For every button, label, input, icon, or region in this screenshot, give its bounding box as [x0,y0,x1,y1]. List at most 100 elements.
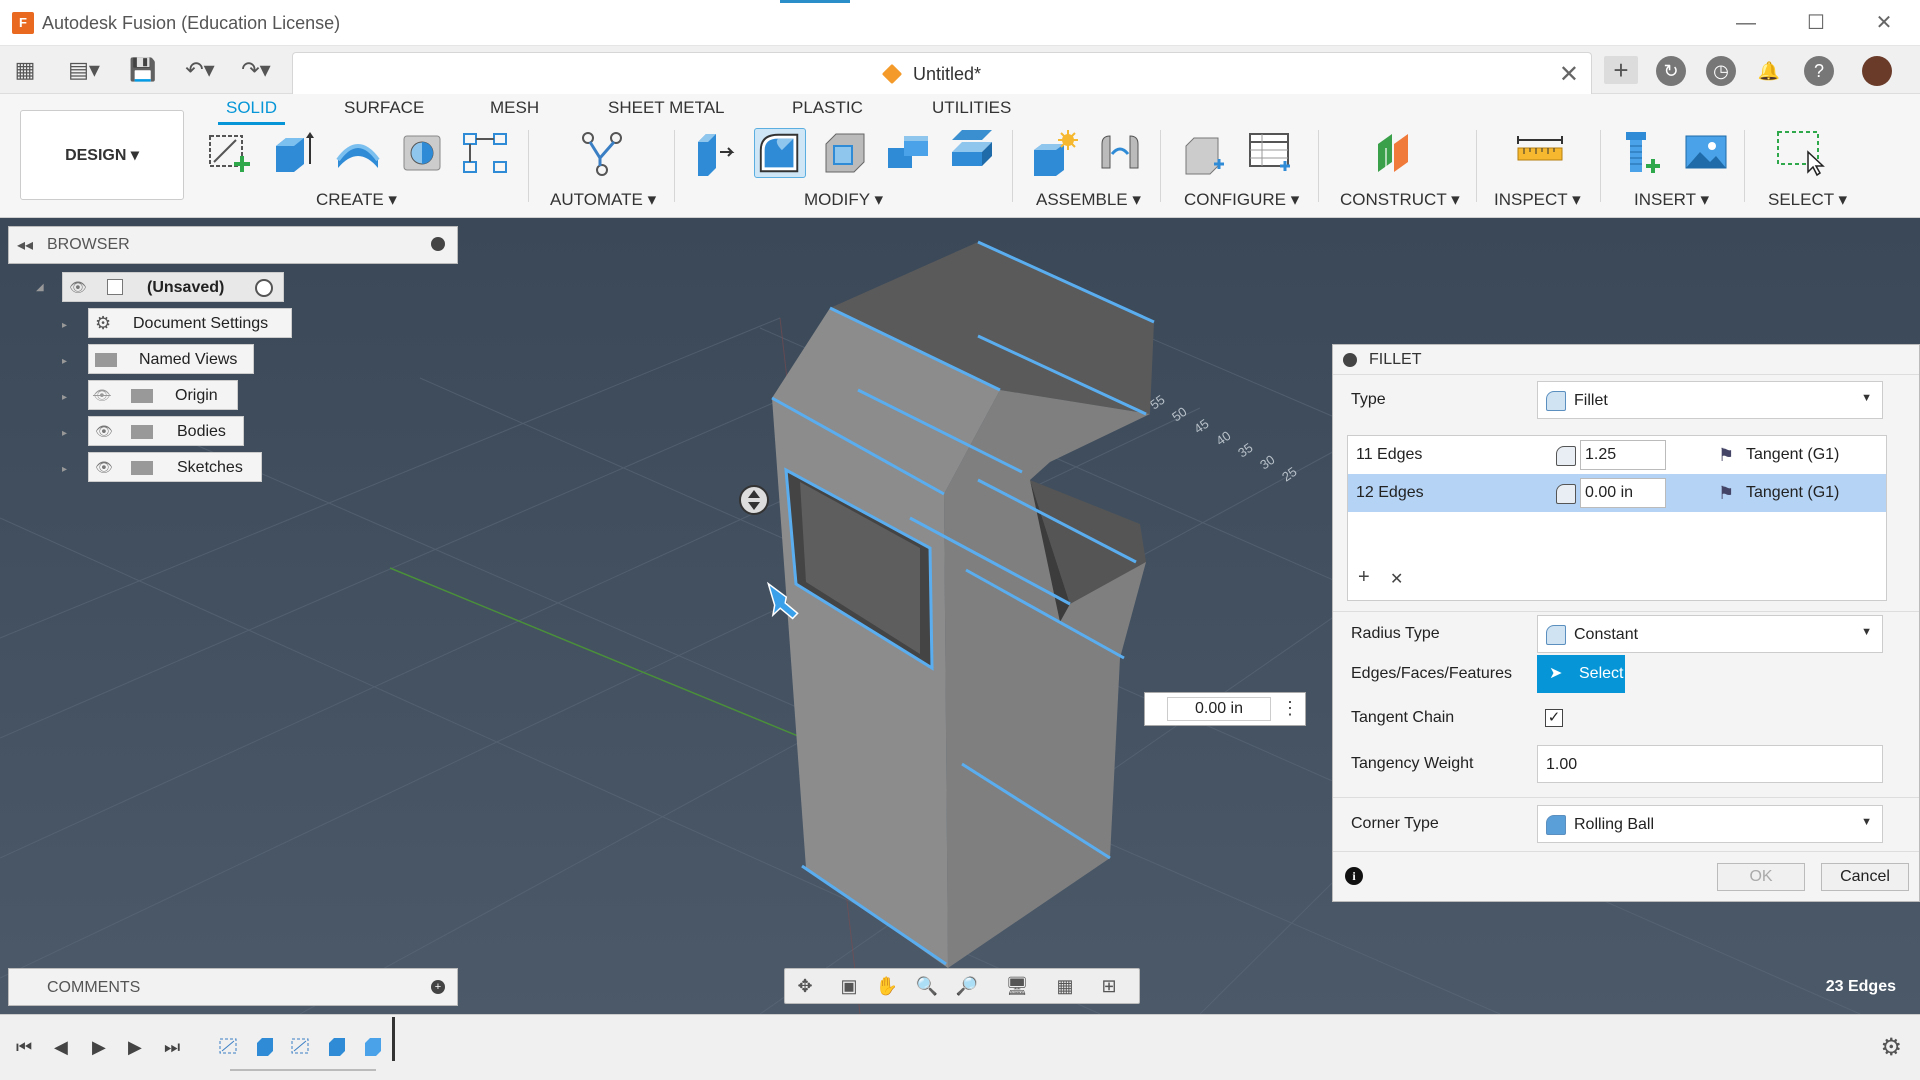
pattern-icon[interactable] [460,128,512,178]
redo-icon[interactable]: ↷▾ [234,56,278,84]
go-to-end-icon[interactable]: ⏭ [164,1037,180,1058]
hidden-eye-icon[interactable]: 👁 [93,387,111,404]
expand-arrow-icon[interactable]: ▸ [62,464,67,475]
timeline-sketch-icon[interactable] [290,1035,312,1057]
insert-canvas-icon[interactable] [1680,128,1732,178]
minimize-button[interactable]: — [1724,8,1768,38]
create-group-label[interactable]: CREATE ▾ [316,190,397,210]
job-status-icon[interactable]: ◷ [1706,56,1736,86]
configuration-table-icon[interactable] [1244,128,1296,178]
grid-settings-icon[interactable]: ▦ [1053,975,1077,997]
browser-item-origin[interactable]: 👁 Origin [88,380,238,410]
add-comment-icon[interactable]: + [431,980,445,994]
tangency-weight-input[interactable]: 1.00 [1537,745,1883,783]
data-panel-grid-icon[interactable]: ▦ [10,56,40,84]
help-icon[interactable]: ? [1804,56,1834,86]
add-edge-set-icon[interactable]: + [1358,566,1370,589]
tab-sheet-metal[interactable]: SHEET METAL [608,98,725,118]
undo-icon[interactable]: ↶▾ [178,56,222,84]
edge-radius-input[interactable]: 0.00 in [1580,478,1666,508]
tangent-chain-checkbox[interactable]: ✓ [1545,709,1563,727]
workspace-switcher[interactable]: DESIGN ▾ [20,110,184,200]
modify-group-label[interactable]: MODIFY ▾ [804,190,883,210]
new-component-icon[interactable] [1028,128,1080,178]
type-dropdown[interactable]: Fillet ▼ [1537,381,1883,419]
browser-collapse-icon[interactable]: ◂◂ [17,235,33,255]
visibility-eye-icon[interactable]: 👁 [95,423,113,440]
extrude-icon[interactable] [266,128,318,178]
tab-utilities[interactable]: UTILITIES [932,98,1011,118]
expand-arrow-icon[interactable]: ▸ [62,320,67,331]
info-icon[interactable]: i [1345,867,1363,885]
offset-face-icon[interactable] [946,128,998,178]
insert-group-label[interactable]: INSERT ▾ [1634,190,1709,210]
new-tab-button[interactable]: + [1604,56,1638,84]
browser-item-sketches[interactable]: 👁 Sketches [88,452,262,482]
revolve-icon[interactable] [332,128,384,178]
inspect-group-label[interactable]: INSPECT ▾ [1494,190,1581,210]
edge-set-row-selected[interactable]: 12 Edges 0.00 in ⚑ Tangent (G1) [1348,474,1886,512]
shell-icon[interactable] [818,128,870,178]
tangency-value[interactable]: Tangent (G1) [1746,484,1839,502]
browser-minimize-icon[interactable] [431,237,445,251]
tab-surface[interactable]: SURFACE [344,98,424,118]
play-icon[interactable]: ▶ [92,1037,106,1058]
combine-icon[interactable] [882,128,934,178]
offset-plane-icon[interactable] [1372,128,1424,178]
radius-value-field[interactable]: 0.00 in [1167,697,1271,721]
viewports-icon[interactable]: ⊞ [1097,975,1121,997]
orbit-icon[interactable]: ✥ [793,975,817,997]
collapse-dialog-icon[interactable] [1343,353,1357,367]
more-options-icon[interactable]: ⋮ [1281,698,1299,719]
corner-type-dropdown[interactable]: Rolling Ball ▼ [1537,805,1883,843]
document-tab[interactable]: Untitled* ✕ [292,52,1592,94]
hole-icon[interactable] [396,128,448,178]
radius-type-dropdown[interactable]: Constant ▼ [1537,615,1883,653]
user-avatar[interactable] [1862,56,1892,86]
edge-set-row[interactable]: 11 Edges 1.25 ⚑ Tangent (G1) [1348,436,1886,474]
browser-item-named-views[interactable]: Named Views [88,344,254,374]
visibility-eye-icon[interactable]: 👁 [95,459,113,476]
tangency-flag-icon[interactable]: ⚑ [1718,445,1734,466]
timeline-marker[interactable] [392,1017,395,1061]
insert-mcmaster-icon[interactable] [1616,128,1668,178]
root-expand-icon[interactable]: ◢ [36,282,44,293]
browser-item-document-settings[interactable]: ⚙ Document Settings [88,308,292,338]
zoom-icon[interactable]: 🔍 [915,975,939,997]
tab-solid[interactable]: SOLID [217,98,286,125]
automate-icon[interactable] [576,128,628,178]
save-icon[interactable]: 💾 [128,56,158,84]
pan-icon[interactable]: ✋ [875,975,899,997]
configure-group-label[interactable]: CONFIGURE ▾ [1184,190,1299,210]
edge-radius-input[interactable]: 1.25 [1580,440,1666,470]
timeline-extrude-icon[interactable] [326,1035,348,1057]
fit-icon[interactable]: 🔎 [955,975,979,997]
tangency-value[interactable]: Tangent (G1) [1746,446,1839,464]
tab-plastic[interactable]: PLASTIC [792,98,863,118]
expand-arrow-icon[interactable]: ▸ [62,392,67,403]
assemble-group-label[interactable]: ASSEMBLE ▾ [1036,190,1141,210]
file-menu-icon[interactable]: ▤▾ [62,56,106,84]
joint-icon[interactable] [1094,128,1146,178]
ok-button[interactable]: OK [1717,863,1805,891]
maximize-button[interactable]: ☐ [1794,8,1838,38]
measure-icon[interactable] [1514,128,1566,178]
browser-item-bodies[interactable]: 👁 Bodies [88,416,244,446]
expand-arrow-icon[interactable]: ▸ [62,428,67,439]
visibility-eye-icon[interactable]: 👁 [69,279,87,296]
timeline-extrude-icon[interactable] [254,1035,276,1057]
display-settings-icon[interactable]: 🖥 [1005,975,1029,997]
select-window-icon[interactable] [1774,128,1826,178]
select-edges-button[interactable]: ➤ Select [1537,655,1625,693]
step-forward-icon[interactable]: ▶ [128,1037,142,1058]
tangency-flag-icon[interactable]: ⚑ [1718,483,1734,504]
select-group-label[interactable]: SELECT ▾ [1768,190,1847,210]
configure-model-icon[interactable] [1180,128,1232,178]
expand-arrow-icon[interactable]: ▸ [62,356,67,367]
step-back-icon[interactable]: ◀ [54,1037,68,1058]
activate-radio-icon[interactable] [255,279,273,297]
go-to-start-icon[interactable]: ⏮ [16,1037,32,1058]
tab-mesh[interactable]: MESH [490,98,539,118]
timeline-sketch-icon[interactable] [218,1035,240,1057]
timeline-fillet-icon[interactable] [362,1035,384,1057]
